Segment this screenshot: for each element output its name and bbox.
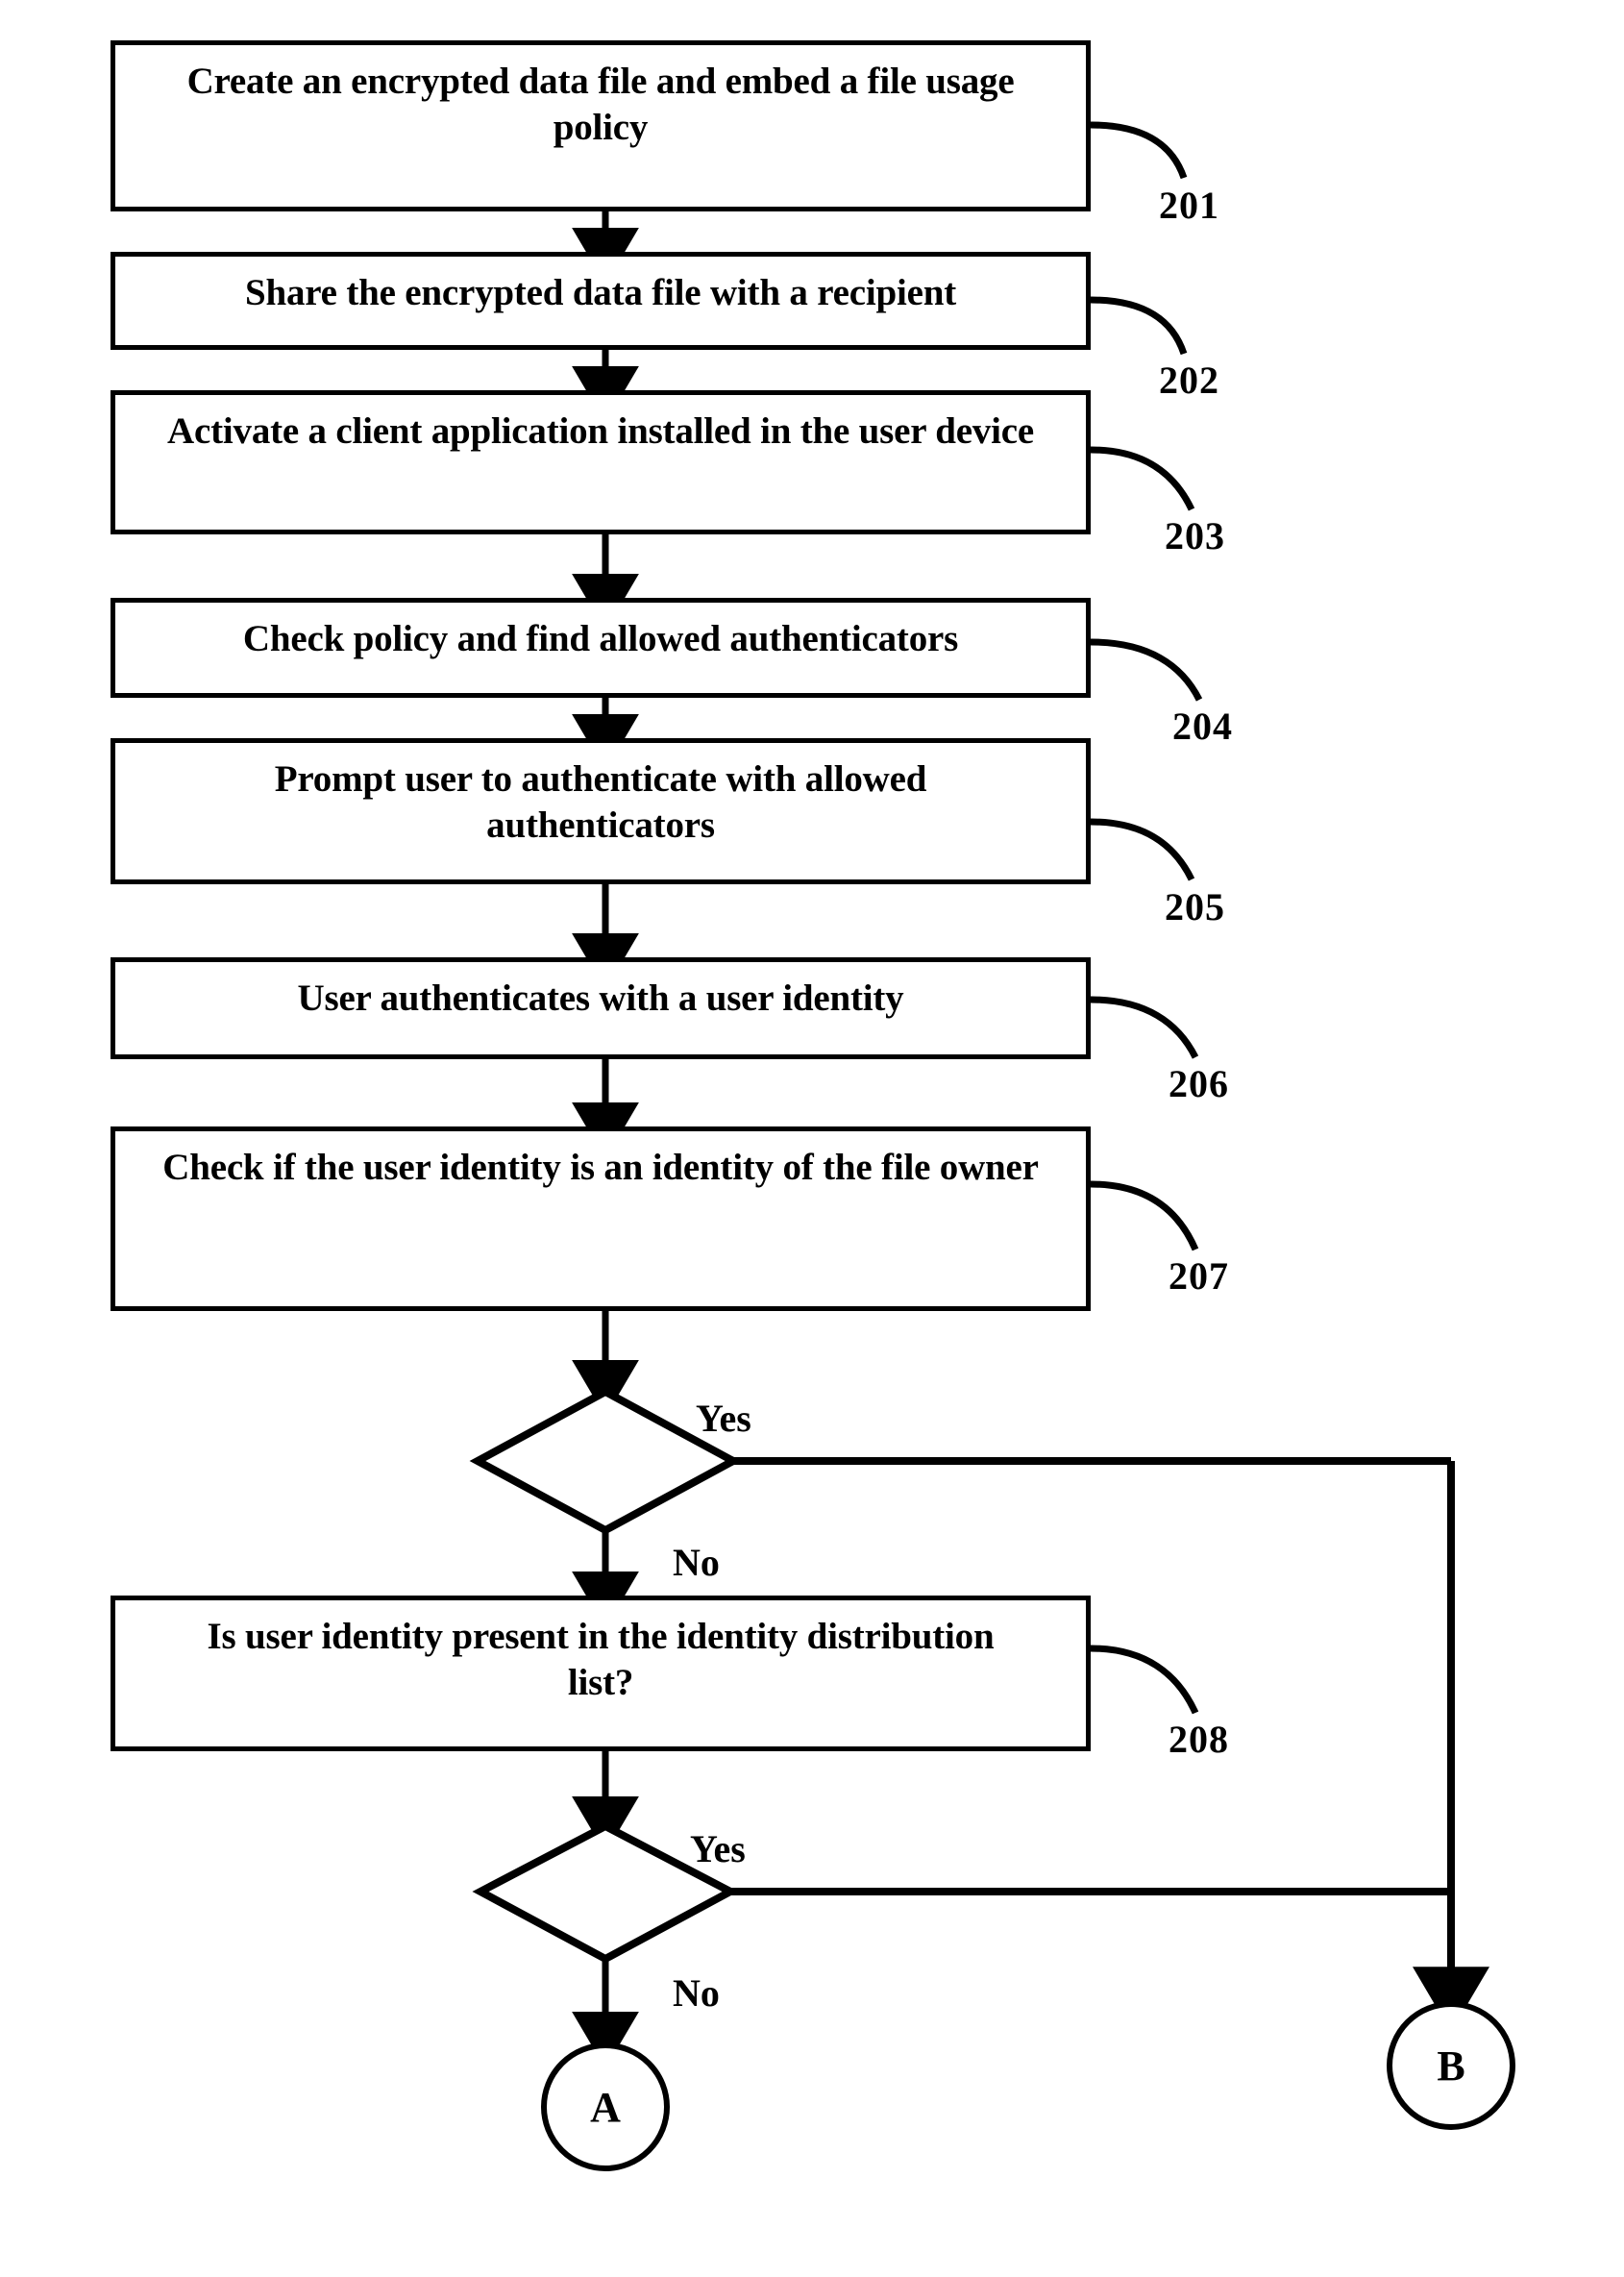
leader-205 — [1090, 818, 1195, 881]
decision-owner-yes-label: Yes — [696, 1397, 751, 1440]
reference-numeral-203: 203 — [1165, 514, 1225, 557]
leader-202 — [1090, 296, 1188, 356]
reference-numeral-206: 206 — [1169, 1062, 1229, 1105]
reference-numeral-208: 208 — [1169, 1718, 1229, 1761]
reference-numeral-207: 207 — [1169, 1254, 1229, 1298]
process-box-201-label: Create an encrypted data file and embed … — [186, 61, 1015, 148]
decision-distribution-yes-label: Yes — [690, 1827, 746, 1870]
reference-numeral-204: 204 — [1172, 705, 1233, 748]
decision-distribution-no-label: No — [673, 1971, 720, 2015]
process-box-204-label: Check policy and find allowed authentica… — [242, 618, 959, 659]
process-box-205[interactable]: Prompt user to authenticate with allowed… — [111, 738, 1091, 884]
connector-circle-b[interactable]: B — [1387, 2001, 1515, 2130]
leader-207 — [1090, 1180, 1199, 1251]
reference-numeral-205: 205 — [1165, 885, 1225, 928]
decision-owner-no-label: No — [673, 1541, 720, 1584]
connector-circle-b-label: B — [1437, 2042, 1465, 2090]
process-box-202-label: Share the encrypted data file with a rec… — [244, 272, 957, 313]
leader-203 — [1090, 446, 1195, 511]
process-box-203[interactable]: Activate a client application installed … — [111, 390, 1091, 534]
process-box-205-label: Prompt user to authenticate with allowed… — [274, 758, 927, 846]
leader-204 — [1090, 638, 1203, 702]
process-box-208-label: Is user identity present in the identity… — [207, 1616, 995, 1703]
reference-numeral-202: 202 — [1159, 359, 1219, 402]
process-box-206-label: User authenticates with a user identity — [297, 978, 904, 1019]
process-box-207[interactable]: Check if the user identity is an identit… — [111, 1126, 1091, 1311]
leader-208 — [1090, 1645, 1199, 1715]
process-box-201[interactable]: Create an encrypted data file and embed … — [111, 40, 1091, 211]
process-box-208[interactable]: Is user identity present in the identity… — [111, 1596, 1091, 1751]
reference-numeral-201: 201 — [1159, 184, 1219, 227]
flowchart-figure: Create an encrypted data file and embed … — [0, 0, 1624, 2277]
process-box-203-label: Activate a client application installed … — [167, 410, 1034, 452]
process-box-204[interactable]: Check policy and find allowed authentica… — [111, 598, 1091, 698]
leader-201 — [1090, 121, 1188, 180]
connector-circle-a-label: A — [590, 2083, 621, 2131]
leader-206 — [1090, 996, 1199, 1059]
connector-circle-a[interactable]: A — [541, 2042, 670, 2171]
process-box-207-label: Check if the user identity is an identit… — [162, 1147, 1039, 1188]
process-box-206[interactable]: User authenticates with a user identity — [111, 957, 1091, 1059]
process-box-202[interactable]: Share the encrypted data file with a rec… — [111, 252, 1091, 350]
